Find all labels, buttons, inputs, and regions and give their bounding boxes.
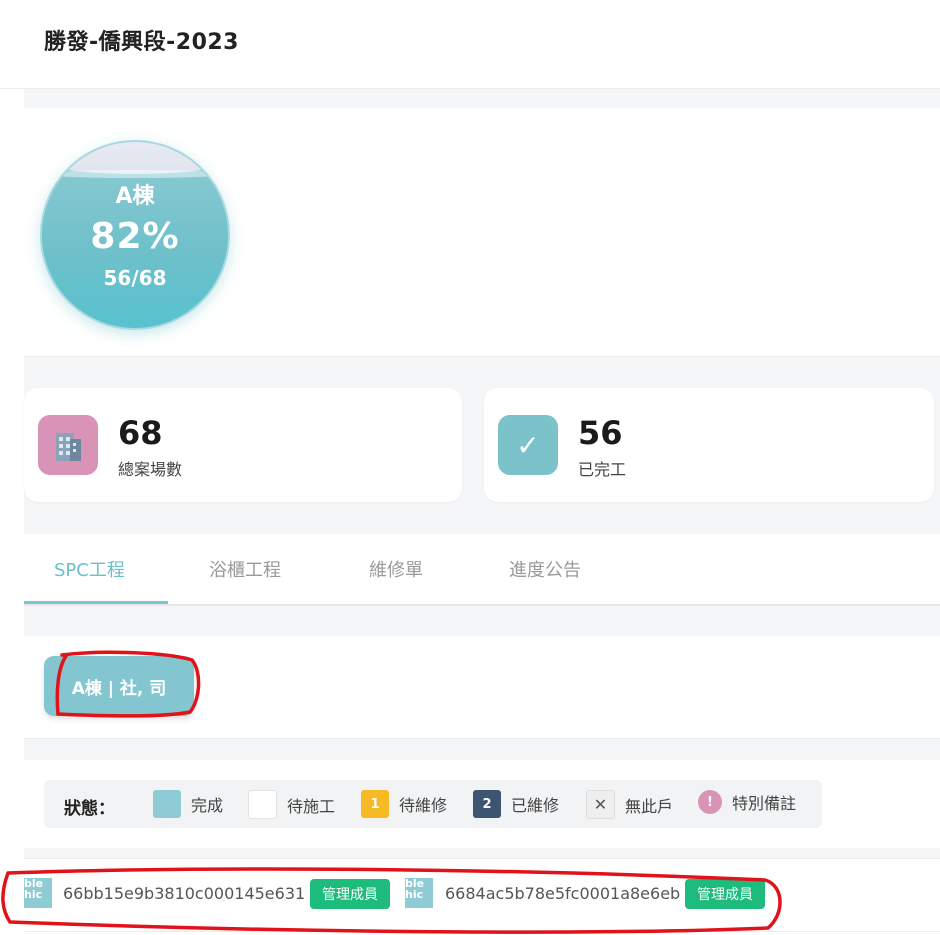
legend-item-no-unit: ✕ 無此戶 [586,790,673,819]
project-title: 勝發-僑興段-2023 [44,30,239,55]
done-swatch [153,790,181,818]
section-tabs: SPC工程 浴櫃工程 維修單 進度公告 [24,534,940,606]
manage-member-button[interactable]: 管理成員 [310,879,390,909]
stat-completed: ✓ 56 已完工 [484,388,934,502]
tab-bath-cabinet[interactable]: 浴櫃工程 [209,556,281,582]
stat-label: 已完工 [578,460,627,479]
progress-percent: 82% [90,216,180,257]
check-icon: ✓ [498,415,558,475]
tab-progress-notice[interactable]: 進度公告 [509,556,581,582]
section-spacer [24,606,940,636]
legend-title: 狀態： [64,799,115,819]
stat-value: 68 [118,414,163,452]
page-header: 勝發-僑興段-2023 [0,0,940,89]
status-legend: 狀態： 完成 待施工 1 待維修 2 已維修 ✕ 無此戶 ! 特別備註 [44,780,822,828]
legend-item-special-note: ! 特別備註 [698,790,796,814]
legend-item-to-repair: 1 待維修 [361,790,447,818]
stat-total-sites: 68 總案場數 [24,388,462,502]
legend-item-done: 完成 [153,790,223,818]
close-icon: ✕ [586,790,615,819]
avatar: ble hic [405,878,433,908]
tab-spc[interactable]: SPC工程 [54,556,125,582]
section-spacer [24,848,940,858]
pending-swatch [248,790,277,819]
repaired-swatch: 2 [473,790,501,818]
section-spacer [24,89,940,108]
stat-label: 總案場數 [118,460,183,479]
progress-building-name: A棟 [115,184,155,209]
exclamation-icon: ! [698,790,722,814]
section-spacer [24,739,940,760]
member-id: 6684ac5b78e5fc0001a8e6eb [445,884,681,903]
manage-member-button[interactable]: 管理成員 [685,879,765,909]
building-progress-circle[interactable]: A棟 82% 56/68 [40,140,230,330]
member-id: 66bb15e9b3810c000145e631 [63,884,306,903]
building-icon [38,415,98,475]
legend-item-pending: 待施工 [248,790,335,819]
progress-fraction: 56/68 [103,266,167,290]
stat-value: 56 [578,414,623,452]
tab-repair-orders[interactable]: 維修單 [369,556,423,582]
to-repair-swatch: 1 [361,790,389,818]
active-tab-indicator [24,601,168,604]
building-a-button[interactable]: A棟 | 社, 司 [44,656,194,716]
avatar: ble hic [24,878,52,908]
legend-item-repaired: 2 已維修 [473,790,559,818]
